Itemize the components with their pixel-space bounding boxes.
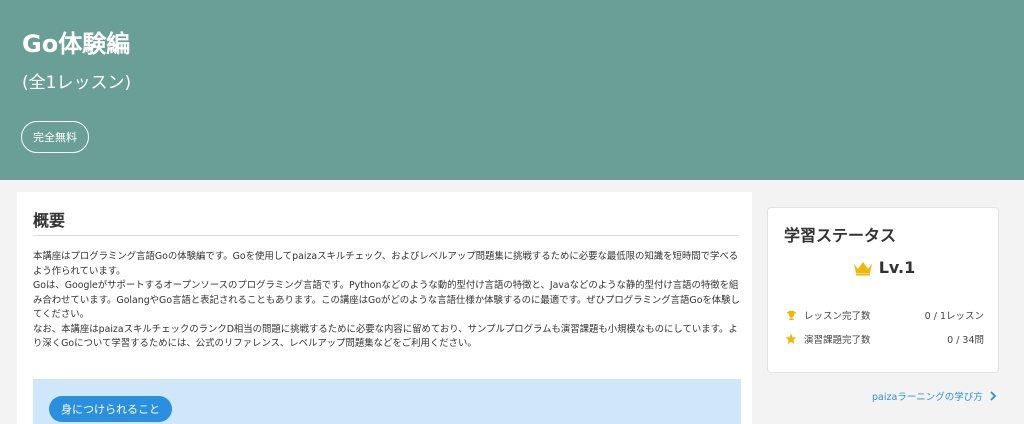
overview-panel: 概要 本講座はプログラミング言語Goの体験編です。Goを使用してpaizaスキル…: [17, 192, 752, 424]
how-to-learn-link-label[interactable]: paizaラーニングの学び方: [872, 389, 983, 403]
how-to-learn-link[interactable]: paizaラーニングの学び方: [872, 389, 997, 403]
learning-status-title: 学習ステータス: [784, 226, 897, 245]
trophy-icon: [784, 308, 798, 322]
free-badge: 完全無料: [21, 121, 89, 153]
exercise-complete-value: 0 / 34問: [947, 335, 984, 346]
chevron-right-icon[interactable]: [989, 391, 997, 401]
exercise-complete-row: 演習課題完了数 0 / 34問: [784, 332, 984, 346]
course-header: Go体験編 (全1レッスン) 完全無料: [0, 0, 1024, 180]
overview-paragraph: Goは、Googleがサポートするオープンソースのプログラミング言語です。Pyt…: [33, 280, 740, 320]
overview-title: 概要: [33, 211, 66, 230]
star-icon: [784, 332, 798, 346]
overview-paragraph: 本講座はプログラミング言語Goの体験編です。Goを使用してpaizaスキルチェッ…: [33, 251, 739, 277]
course-lesson-count: (全1レッスン): [22, 73, 132, 93]
lesson-complete-label: レッスン完了数: [804, 311, 871, 322]
course-title: Go体験編: [22, 30, 131, 58]
learning-status-card: 学習ステータス Lv.1 レッスン完了数 0 / 1レッスン 演習課題完了数 0…: [767, 207, 999, 373]
level-display: Lv.1: [768, 258, 1000, 277]
overview-paragraph: なお、本講座はpaizaスキルチェックのランクD相当の問題に挑戦するために必要な…: [33, 323, 738, 350]
lesson-complete-value: 0 / 1レッスン: [924, 311, 984, 322]
learnable-skills-section: 身につけられること: [33, 379, 741, 424]
overview-description: 本講座はプログラミング言語Goの体験編です。Goを使用してpaizaスキルチェッ…: [33, 250, 745, 352]
exercise-complete-label: 演習課題完了数: [804, 335, 871, 346]
crown-icon: [853, 261, 872, 275]
overview-divider: [33, 235, 739, 236]
level-value: Lv.1: [878, 258, 916, 277]
lesson-complete-row: レッスン完了数 0 / 1レッスン: [784, 308, 984, 322]
learnable-skills-label: 身につけられること: [49, 396, 172, 422]
